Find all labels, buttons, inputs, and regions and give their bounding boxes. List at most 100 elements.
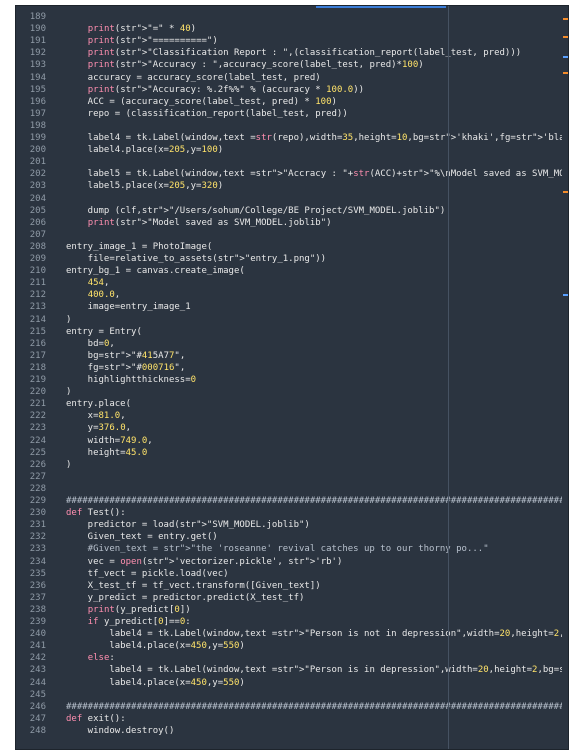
code-text[interactable]: label4.place(x=450,y=550) [66,678,245,689]
code-text[interactable]: print(str">"Model saved as SVM_MODEL.job… [66,218,332,229]
code-text[interactable]: 400.0, [66,290,121,301]
code-line[interactable]: 211 454, [16,278,568,289]
code-line[interactable]: 240 label4 = tk.Label(window,text =str">… [16,629,568,640]
code-text[interactable]: print(str">"Accuracy: %.2f%%" % (accurac… [66,85,364,96]
code-editor[interactable]: 189 190 print(str">"=" * 40) 191 print(str… [16,6,568,749]
code-line[interactable]: 235 tf_vect = pickle.load(vec) [16,569,568,580]
code-text[interactable]: entry.place( [66,399,131,410]
code-line[interactable]: 231 predictor = load(str">"SVM_MODEL.job… [16,520,568,531]
code-line[interactable]: 189 [16,12,568,23]
code-text[interactable]: bd=0, [66,339,115,350]
code-line[interactable]: 194 accuracy = accuracy_score(label_test… [16,73,568,84]
code-line[interactable]: 244 label4.place(x=450,y=550) [16,678,568,689]
code-text[interactable]: ACC = (accuracy_score(label_test, pred) … [66,97,337,108]
code-line[interactable]: 193 print(str">"Accuracy : ",accuracy_sc… [16,60,568,71]
code-line[interactable]: 201 [16,157,568,168]
code-text[interactable]: bg=str">"#415A77", [66,351,186,362]
code-line[interactable]: 248 window.destroy() [16,726,568,737]
code-text[interactable]: def exit(): [66,714,126,725]
code-text[interactable]: entry = Entry( [66,327,142,338]
code-text[interactable]: ) [66,315,71,326]
code-line[interactable]: 228 [16,484,568,495]
code-text[interactable]: label4 = tk.Label(window,text =str(repo)… [66,133,568,144]
code-line[interactable]: 208 entry_image_1 = PhotoImage( [16,242,568,253]
code-line[interactable]: 230 def Test(): [16,508,568,519]
code-text[interactable]: accuracy = accuracy_score(label_test, pr… [66,73,321,84]
code-text[interactable]: print(y_predict[0]) [66,605,191,616]
code-line[interactable]: 243 label4 = tk.Label(window,text =str">… [16,665,568,676]
code-text[interactable]: vec = open(str">'vectorizer.pickle', str… [66,557,343,568]
code-text[interactable]: def Test(): [66,508,126,519]
code-line[interactable]: 198 [16,121,568,132]
code-text[interactable]: print(str">"Accuracy : ",accuracy_score(… [66,60,424,71]
code-text[interactable]: X_test_tf = tf_vect.transform([Given_tex… [66,581,321,592]
code-line[interactable]: 222 x=81.0, [16,411,568,422]
code-text[interactable]: ########################################… [66,702,568,713]
code-line[interactable]: 239 if y_predict[0]==0: [16,617,568,628]
code-line[interactable]: 236 X_test_tf = tf_vect.transform([Given… [16,581,568,592]
code-text[interactable]: height=45.0 [66,448,148,459]
code-line[interactable]: 225 height=45.0 [16,448,568,459]
code-line[interactable]: 218 fg=str">"#000716", [16,363,568,374]
code-line[interactable]: 220) [16,387,568,398]
code-line[interactable]: 199 label4 = tk.Label(window,text =str(r… [16,133,568,144]
code-line[interactable]: 241 label4.place(x=450,y=550) [16,641,568,652]
code-text[interactable]: window.destroy() [66,726,175,737]
code-line[interactable]: 246 #####################################… [16,702,568,713]
code-line[interactable]: 237 y_predict = predictor.predict(X_test… [16,593,568,604]
code-line[interactable]: 216 bd=0, [16,339,568,350]
code-text[interactable]: entry_bg_1 = canvas.create_image( [66,266,245,277]
code-line[interactable]: 192 print(str">"Classification Report : … [16,48,568,59]
code-text[interactable]: label4.place(x=205,y=100) [66,145,224,156]
code-line[interactable]: 247 def exit(): [16,714,568,725]
code-line[interactable]: 191 print(str">"==========") [16,36,568,47]
code-text[interactable]: predictor = load(str">"SVM_MODEL.joblib"… [66,520,310,531]
code-line[interactable]: 197 repo = (classification_report(label_… [16,109,568,120]
code-line[interactable]: 229 #####################################… [16,496,568,507]
code-text[interactable]: Given_text = entry.get() [66,532,218,543]
code-line[interactable]: 233 #Given_text = str">"the 'roseanne' r… [16,544,568,555]
scrollbar-minimap[interactable] [562,6,568,749]
code-line[interactable]: 219 highlightthickness=0 [16,375,568,386]
code-line[interactable]: 223 y=376.0, [16,423,568,434]
code-text[interactable]: 454, [66,278,110,289]
code-text[interactable]: label5 = tk.Label(window,text =str">"Acc… [66,169,568,180]
code-text[interactable]: x=81.0, [66,411,126,422]
code-text[interactable]: #Given_text = str">"the 'roseanne' reviv… [66,544,489,555]
code-text[interactable]: dump (clf,str">"/Users/sohum/College/BE … [66,206,446,217]
code-line[interactable]: 214) [16,315,568,326]
code-line[interactable]: 203 label5.place(x=205,y=320) [16,181,568,192]
code-line[interactable]: 202 label5 = tk.Label(window,text =str">… [16,169,568,180]
code-text[interactable]: tf_vect = pickle.load(vec) [66,569,229,580]
code-line[interactable]: 215 entry = Entry( [16,327,568,338]
code-text[interactable]: ########################################… [66,496,568,507]
code-text[interactable]: fg=str">"#000716", [66,363,186,374]
code-line[interactable]: 204 [16,194,568,205]
code-text[interactable]: entry_image_1 = PhotoImage( [66,242,212,253]
code-line[interactable]: 221 entry.place( [16,399,568,410]
code-line[interactable]: 245 [16,690,568,701]
code-line[interactable]: 200 label4.place(x=205,y=100) [16,145,568,156]
code-line[interactable]: 217 bg=str">"#415A77", [16,351,568,362]
code-text[interactable]: else: [66,653,115,664]
code-text[interactable]: label5.place(x=205,y=320) [66,181,224,192]
code-text[interactable]: ) [66,387,71,398]
code-text[interactable]: image=entry_image_1 [66,302,191,313]
code-line[interactable]: 205 dump (clf,str">"/Users/sohum/College… [16,206,568,217]
code-line[interactable]: 210 entry_bg_1 = canvas.create_image( [16,266,568,277]
code-text[interactable]: ) [66,460,71,471]
code-text[interactable]: print(str">"==========") [66,36,218,47]
code-text[interactable]: y_predict = predictor.predict(X_test_tf) [66,593,305,604]
code-line[interactable]: 212 400.0, [16,290,568,301]
code-line[interactable]: 196 ACC = (accuracy_score(label_test, pr… [16,97,568,108]
code-line[interactable]: 224 width=749.0, [16,436,568,447]
code-line[interactable]: 213 image=entry_image_1 [16,302,568,313]
code-line[interactable]: 195 print(str">"Accuracy: %.2f%%" % (acc… [16,85,568,96]
code-text[interactable]: width=749.0, [66,436,153,447]
code-line[interactable]: 207 [16,230,568,241]
code-text[interactable]: repo = (classification_report(label_test… [66,109,348,120]
code-line[interactable]: 227 [16,472,568,483]
code-line[interactable]: 190 print(str">"=" * 40) [16,24,568,35]
code-line[interactable]: 232 Given_text = entry.get() [16,532,568,543]
code-text[interactable]: label4 = tk.Label(window,text =str">"Per… [66,665,568,676]
